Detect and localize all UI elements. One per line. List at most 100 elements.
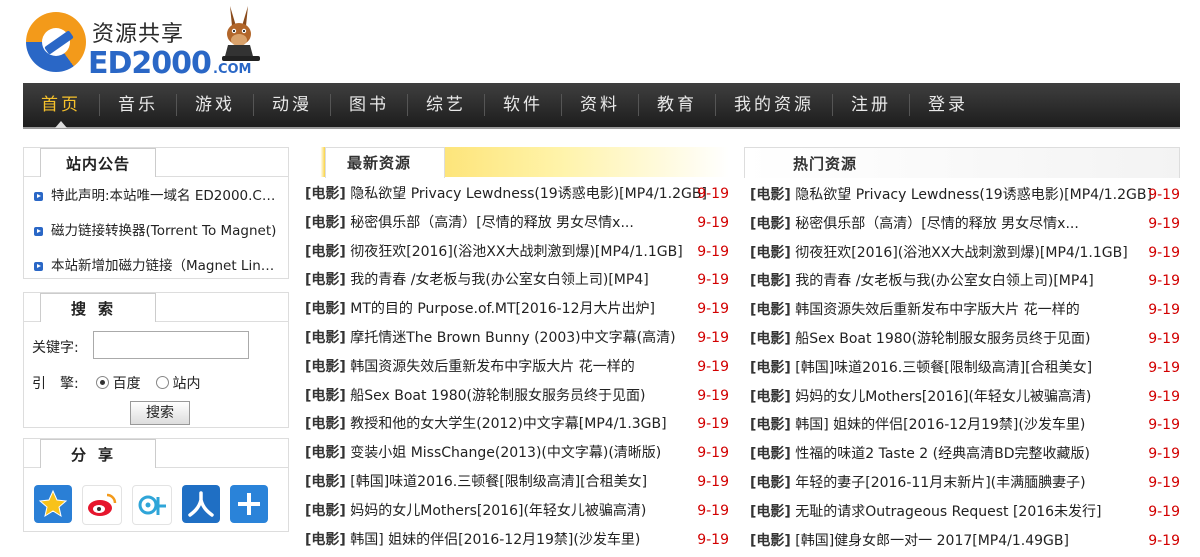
resource-category[interactable]: [电影] (305, 503, 346, 519)
resource-category[interactable]: [电影] (305, 186, 346, 202)
resource-category[interactable]: [电影] (305, 301, 346, 317)
resource-category[interactable]: [电影] (305, 388, 346, 404)
resource-title-link[interactable]: 韩国资源失效后重新发布中字版大片 花一样的 (350, 353, 634, 381)
resource-title-link[interactable]: 妈妈的女儿Mothers[2016](年轻女儿被骗高清) (795, 383, 1091, 411)
resource-title-link[interactable]: 韩国] 姐妹的伴侣[2016-12月19禁](沙发车里) (350, 526, 640, 554)
resource-title-link[interactable]: 性福的味道2 Taste 2 (经典高清BD完整收藏版) (795, 440, 1090, 468)
resource-row[interactable]: [电影] 韩国资源失效后重新发布中字版大片 花一样的 9-19 (305, 353, 729, 382)
resource-row[interactable]: [电影] 韩国资源失效后重新发布中字版大片 花一样的 9-19 (750, 296, 1180, 325)
baidu-radio[interactable] (95, 376, 109, 389)
resource-title-link[interactable]: 我的青春 /女老板与我(办公室女白领上司)[MP4] (350, 266, 648, 294)
resource-category[interactable]: [电影] (305, 445, 346, 461)
resource-title-link[interactable]: [韩国]味道2016.三顿餐[限制级高清][合租美女] (350, 468, 647, 496)
resource-category[interactable]: [电影] (750, 446, 791, 462)
more-share-icon[interactable] (230, 485, 268, 523)
resource-title-link[interactable]: 彻夜狂欢[2016](浴池XX大战刺激到爆)[MP4/1.1GB] (350, 238, 682, 266)
resource-row[interactable]: [电影] 性福的味道2 Taste 2 (经典高清BD完整收藏版) 9-19 (750, 440, 1180, 469)
site-radio[interactable] (155, 376, 169, 389)
weibo-icon[interactable] (82, 485, 122, 525)
notice-item[interactable]: 特此声明:本站唯一域名 ED2000.COM (34, 184, 282, 219)
resource-category[interactable]: [电影] (750, 504, 791, 520)
resource-row[interactable]: [电影] 摩托情迷The Brown Bunny (2003)中文字幕(高清) 9… (305, 324, 729, 353)
resource-title-link[interactable]: 秘密俱乐部（高清）[尽情的释放 男女尽情x... (350, 209, 634, 237)
resource-row[interactable]: [电影] [韩国]味道2016.三顿餐[限制级高清][合租美女] 9-19 (750, 354, 1180, 383)
resource-row[interactable]: [电影] 我的青春 /女老板与我(办公室女白领上司)[MP4] 9-19 (750, 267, 1180, 296)
resource-row[interactable]: [电影] 船Sex Boat 1980(游轮制服女服务员终于见面) 9-19 (750, 325, 1180, 354)
search-button[interactable]: 搜索 (130, 401, 190, 425)
resource-category[interactable]: [电影] (750, 331, 791, 347)
resource-category[interactable]: [电影] (750, 389, 791, 405)
resource-category[interactable]: [电影] (750, 417, 791, 433)
resource-row[interactable]: [电影] 韩国] 姐妹的伴侣[2016-12月19禁](沙发车里) 9-19 (305, 526, 729, 555)
notice-item[interactable]: 本站新增加磁力链接（Magnet Link） (34, 254, 282, 289)
resource-title-link[interactable]: MT的目的 Purpose.of.MT[2016-12月大片出炉] (350, 295, 655, 323)
resource-category[interactable]: [电影] (305, 244, 346, 260)
resource-title-link[interactable]: 无耻的请求Outrageous Request [2016未发行] (795, 498, 1101, 526)
resource-category[interactable]: [电影] (305, 330, 346, 346)
resource-row[interactable]: [电影] 年轻的妻子[2016-11月末新片](丰满腼腆妻子) 9-19 (750, 469, 1180, 498)
resource-title-link[interactable]: 彻夜狂欢[2016](浴池XX大战刺激到爆)[MP4/1.1GB] (795, 239, 1127, 267)
resource-row[interactable]: [电影] 妈妈的女儿Mothers[2016](年轻女儿被骗高清) 9-19 (305, 497, 729, 526)
resource-title-link[interactable]: 我的青春 /女老板与我(办公室女白领上司)[MP4] (795, 267, 1093, 295)
nav-item[interactable]: 资料 (562, 83, 638, 127)
resource-row[interactable]: [电影] [韩国]味道2016.三顿餐[限制级高清][合租美女] 9-19 (305, 468, 729, 497)
nav-item[interactable]: 综艺 (408, 83, 484, 127)
resource-row[interactable]: [电影] 秘密俱乐部（高清）[尽情的释放 男女尽情x... 9-19 (305, 209, 729, 238)
qzone-icon[interactable] (34, 485, 72, 523)
resource-row[interactable]: [电影] 教授和他的女大学生(2012)中文字幕[MP4/1.3GB] 9-19 (305, 410, 729, 439)
resource-row[interactable]: [电影] 秘密俱乐部（高清）[尽情的释放 男女尽情x... 9-19 (750, 210, 1180, 239)
nav-item[interactable]: 音乐 (100, 83, 176, 127)
resource-category[interactable]: [电影] (750, 475, 791, 491)
resource-row[interactable]: [电影] MT的目的 Purpose.of.MT[2016-12月大片出炉] 9-… (305, 295, 729, 324)
resource-category[interactable]: [电影] (750, 533, 791, 549)
resource-title-link[interactable]: 船Sex Boat 1980(游轮制服女服务员终于见面) (350, 382, 645, 410)
resource-row[interactable]: [电影] 妈妈的女儿Mothers[2016](年轻女儿被骗高清) 9-19 (750, 383, 1180, 412)
resource-title-link[interactable]: 摩托情迷The Brown Bunny (2003)中文字幕(高清) (350, 324, 675, 352)
resource-title-link[interactable]: 船Sex Boat 1980(游轮制服女服务员终于见面) (795, 325, 1090, 353)
resource-title-link[interactable]: 教授和他的女大学生(2012)中文字幕[MP4/1.3GB] (350, 410, 666, 438)
nav-item[interactable]: 图书 (331, 83, 407, 127)
resource-category[interactable]: [电影] (750, 187, 791, 203)
nav-item[interactable]: 游戏 (177, 83, 253, 127)
resource-category[interactable]: [电影] (305, 272, 346, 288)
resource-category[interactable]: [电影] (305, 215, 346, 231)
resource-row[interactable]: [电影] 我的青春 /女老板与我(办公室女白领上司)[MP4] 9-19 (305, 266, 729, 295)
nav-item[interactable]: 注册 (833, 83, 909, 127)
resource-title-link[interactable]: 韩国] 姐妹的伴侣[2016-12月19禁](沙发车里) (795, 411, 1085, 439)
nav-item[interactable]: 教育 (639, 83, 715, 127)
resource-category[interactable]: [电影] (305, 416, 346, 432)
tencent-weibo-icon[interactable] (132, 485, 172, 525)
resource-row[interactable]: [电影] 彻夜狂欢[2016](浴池XX大战刺激到爆)[MP4/1.1GB] 9-… (750, 239, 1180, 268)
resource-title-link[interactable]: 韩国资源失效后重新发布中字版大片 花一样的 (795, 296, 1079, 324)
site-logo[interactable]: 资源共享 ED2000 .COM (22, 6, 282, 81)
nav-item[interactable]: 登录 (910, 83, 986, 127)
resource-row[interactable]: [电影] 无耻的请求Outrageous Request [2016未发行] 9-… (750, 498, 1180, 527)
resource-row[interactable]: [电影] 彻夜狂欢[2016](浴池XX大战刺激到爆)[MP4/1.1GB] 9-… (305, 238, 729, 267)
resource-category[interactable]: [电影] (750, 302, 791, 318)
keyword-input[interactable] (93, 331, 249, 359)
resource-title-link[interactable]: 隐私欲望 Privacy Lewdness(19诱惑电影)[MP4/1.2GB] (795, 181, 1152, 209)
resource-row[interactable]: [电影] 船Sex Boat 1980(游轮制服女服务员终于见面) 9-19 (305, 382, 729, 411)
resource-category[interactable]: [电影] (750, 216, 791, 232)
resource-row[interactable]: [电影] [韩国]健身女郎一对一 2017[MP4/1.49GB] 9-19 (750, 527, 1180, 556)
notice-item[interactable]: 磁力链接转换器(Torrent To Magnet) (34, 219, 282, 254)
resource-row[interactable]: [电影] 变装小姐 MissChange(2013)(中文字幕)(清晰版) 9-1… (305, 439, 729, 468)
resource-title-link[interactable]: 年轻的妻子[2016-11月末新片](丰满腼腆妻子) (795, 469, 1085, 497)
resource-title-link[interactable]: 妈妈的女儿Mothers[2016](年轻女儿被骗高清) (350, 497, 646, 525)
resource-title-link[interactable]: 变装小姐 MissChange(2013)(中文字幕)(清晰版) (350, 439, 661, 467)
nav-item[interactable]: 动漫 (254, 83, 330, 127)
resource-row[interactable]: [电影] 韩国] 姐妹的伴侣[2016-12月19禁](沙发车里) 9-19 (750, 411, 1180, 440)
nav-item[interactable]: 首页 (23, 83, 99, 128)
resource-title-link[interactable]: [韩国]健身女郎一对一 2017[MP4/1.49GB] (795, 527, 1069, 555)
resource-title-link[interactable]: [韩国]味道2016.三顿餐[限制级高清][合租美女] (795, 354, 1092, 382)
resource-row[interactable]: [电影] 隐私欲望 Privacy Lewdness(19诱惑电影)[MP4/1… (750, 181, 1180, 210)
nav-item[interactable]: 软件 (485, 83, 561, 127)
resource-row[interactable]: [电影] 隐私欲望 Privacy Lewdness(19诱惑电影)[MP4/1… (305, 180, 729, 209)
resource-title-link[interactable]: 隐私欲望 Privacy Lewdness(19诱惑电影)[MP4/1.2GB] (350, 180, 707, 208)
resource-category[interactable]: [电影] (750, 273, 791, 289)
resource-category[interactable]: [电影] (750, 245, 791, 261)
resource-category[interactable]: [电影] (750, 360, 791, 376)
resource-title-link[interactable]: 秘密俱乐部（高清）[尽情的释放 男女尽情x... (795, 210, 1079, 238)
resource-category[interactable]: [电影] (305, 359, 346, 375)
nav-item[interactable]: 我的资源 (716, 83, 832, 127)
